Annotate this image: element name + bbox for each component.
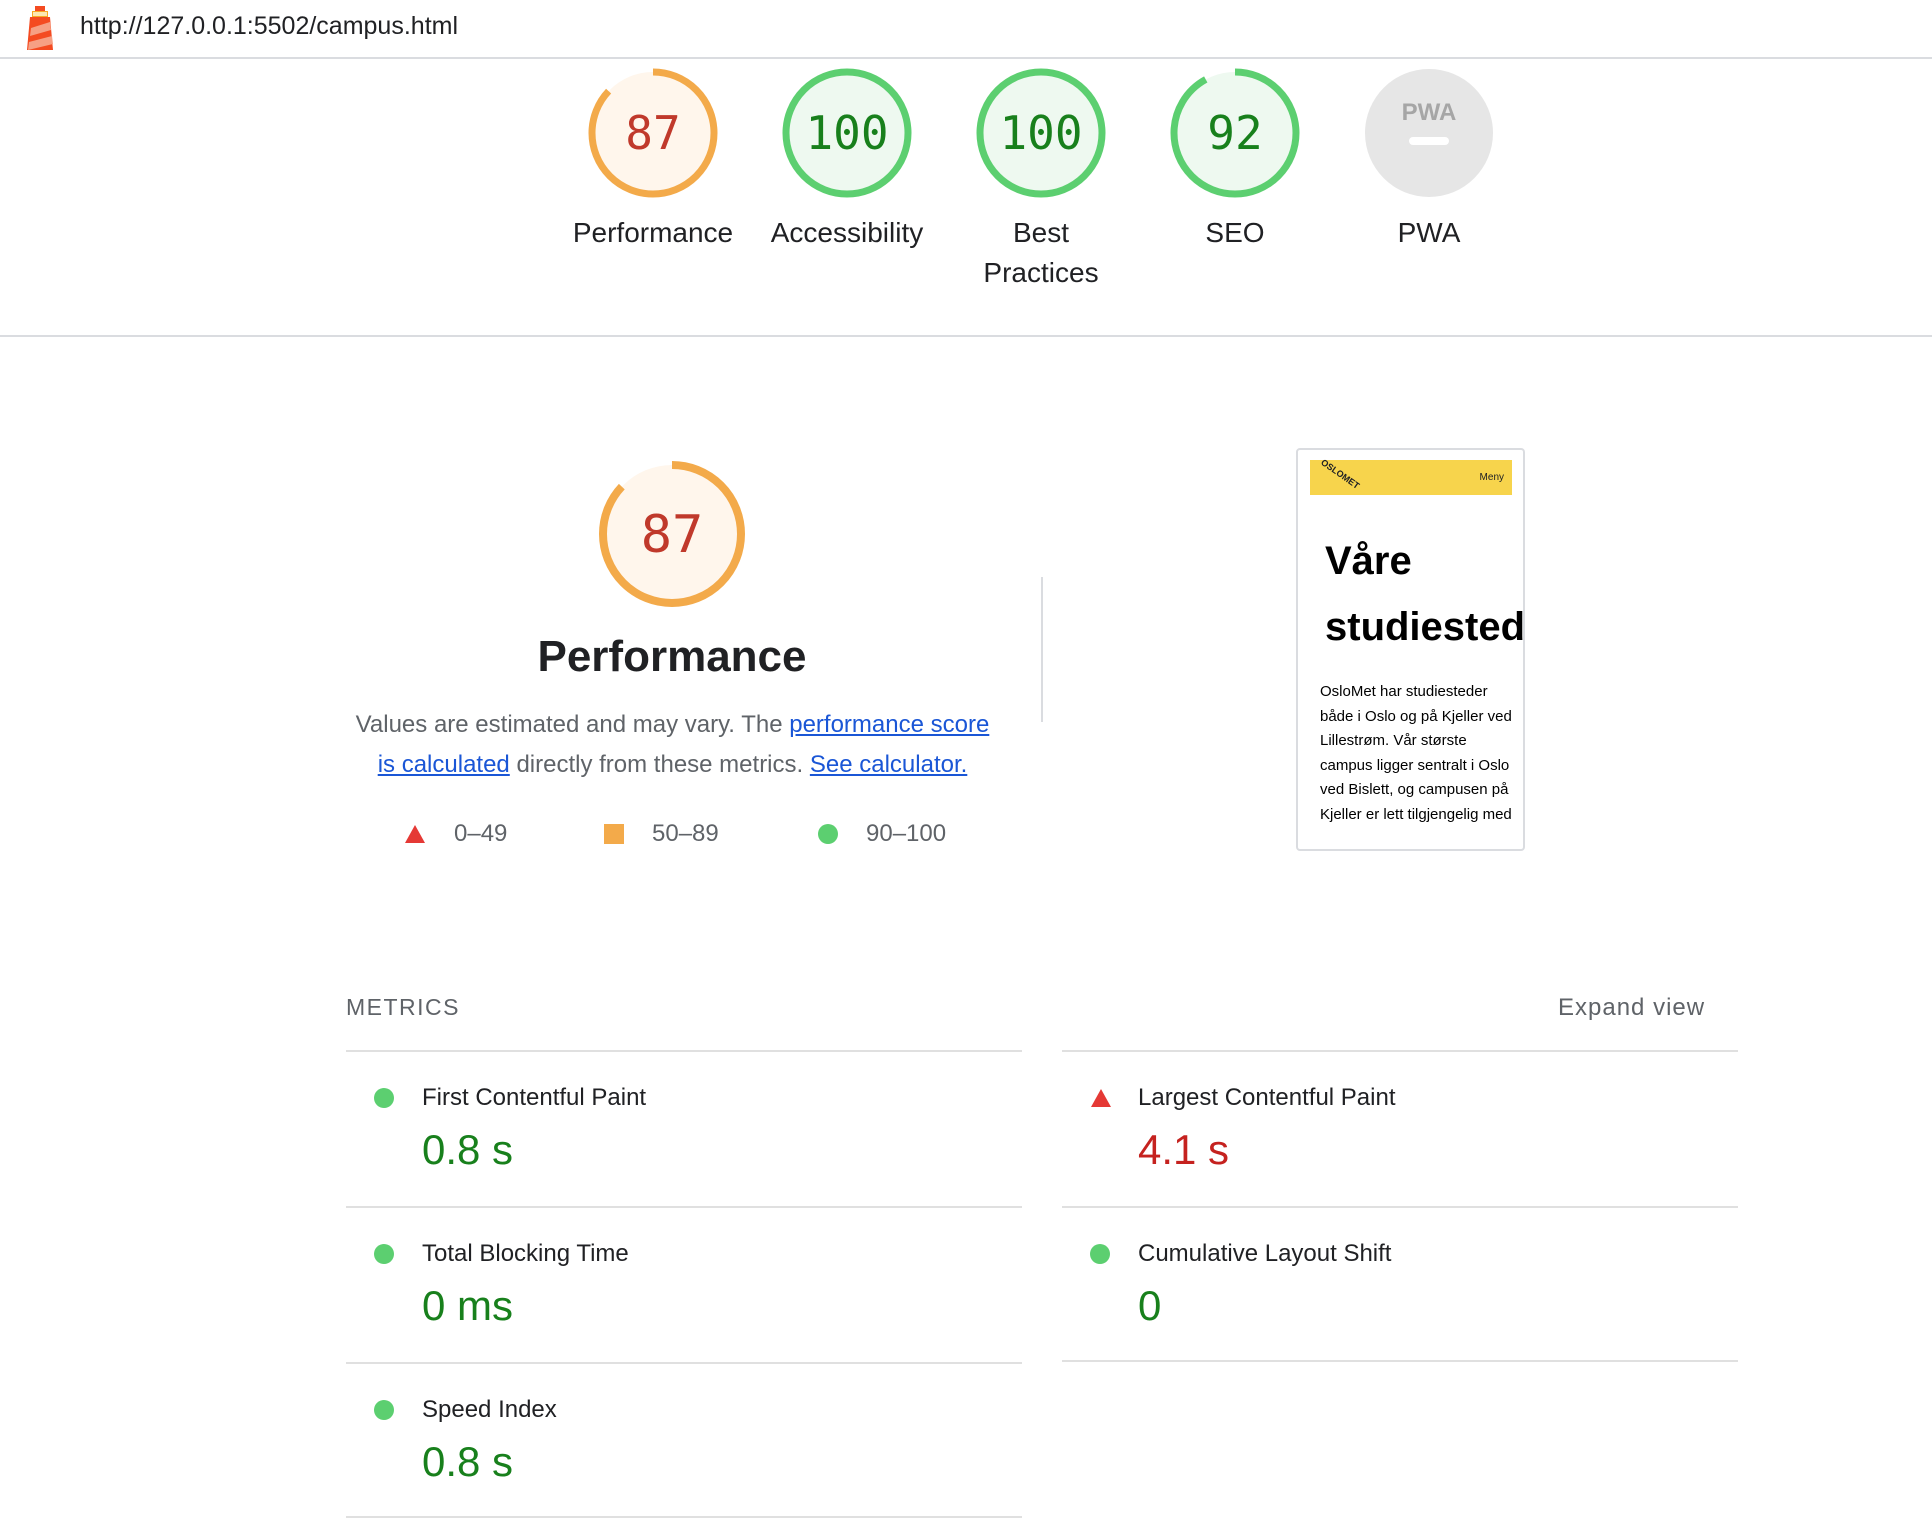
see-calculator-link[interactable]: See calculator.	[810, 751, 967, 778]
gauge-pwa-ring: PWA	[1365, 69, 1493, 197]
gauge-accessibility-label: Accessibility	[770, 217, 924, 248]
gauge-seo[interactable]: 92 SEO	[1138, 67, 1332, 253]
metric-value: 0 ms	[422, 1282, 514, 1329]
thumb-body-text: OsloMet har studiesteder både i Oslo og …	[1320, 683, 1512, 823]
pass-circle-icon	[374, 1400, 394, 1420]
legend-range: 90–100	[866, 820, 947, 847]
gauge-seo-label: SEO	[1205, 217, 1265, 248]
thumb-heading-line2: studiested	[1325, 605, 1525, 649]
gauge-pwa[interactable]: PWA PWA	[1332, 67, 1526, 253]
gauge-best-practices-ring: 100	[976, 68, 1106, 198]
gauge-accessibility-ring: 100	[782, 68, 912, 198]
circle-icon	[818, 824, 838, 844]
metric-label: Speed Index	[422, 1396, 557, 1423]
desc-text-2: directly from these metrics.	[509, 751, 810, 778]
gauge-performance[interactable]: 87 Performance	[556, 67, 750, 253]
score-gauges: 87 Performance 100 Accessibility 100 Bes…	[0, 59, 1932, 337]
triangle-icon	[405, 825, 425, 843]
gauge-accessibility-score: 100	[805, 106, 888, 160]
metric-speed-index: Speed Index 0.8 s	[346, 1362, 1022, 1518]
oslomet-logo: OSLOMET	[1319, 457, 1362, 491]
metric-total-blocking-time: Total Blocking Time 0 ms	[346, 1206, 1022, 1362]
thumb-menu: Meny	[1479, 472, 1504, 483]
final-screenshot[interactable]: OSLOMET Meny Våre studiested OsloMet har…	[1296, 448, 1525, 851]
pass-circle-icon	[374, 1244, 394, 1264]
metric-cumulative-layout-shift: Cumulative Layout Shift 0	[1062, 1206, 1738, 1362]
gauge-performance-ring: 87	[588, 68, 718, 198]
gauge-seo-ring: 92	[1170, 68, 1300, 198]
metrics-divider	[1062, 1360, 1738, 1362]
gauge-seo-score: 92	[1207, 106, 1262, 160]
gauge-performance-score: 87	[625, 106, 680, 160]
metric-largest-contentful-paint: Largest Contentful Paint 4.1 s	[1062, 1050, 1738, 1206]
metric-label: Total Blocking Time	[422, 1240, 629, 1267]
gauge-accessibility[interactable]: 100 Accessibility	[750, 67, 944, 253]
thumb-site-header: OSLOMET Meny	[1310, 457, 1512, 495]
metrics-title: METRICS	[346, 994, 460, 1020]
metric-value: 0	[1138, 1282, 1162, 1329]
legend-range: 0–49	[454, 820, 508, 847]
performance-score: 87	[641, 505, 704, 565]
gauge-best-practices-label: Best Practices	[983, 217, 1099, 288]
divider	[1041, 577, 1043, 722]
square-icon	[604, 824, 624, 844]
metric-label: First Contentful Paint	[422, 1084, 647, 1111]
legend-poor: 0–49	[404, 818, 507, 850]
pass-circle-icon	[374, 1088, 394, 1108]
metric-value: 0.8 s	[422, 1126, 514, 1173]
pwa-dash-icon	[1409, 137, 1449, 145]
pwa-badge-icon: PWA	[1402, 99, 1457, 126]
gauge-performance-label: Performance	[572, 217, 734, 248]
gauge-pwa-label: PWA	[1397, 217, 1461, 248]
performance-title: Performance	[537, 632, 807, 681]
metric-value: 4.1 s	[1138, 1126, 1230, 1173]
fail-triangle-icon	[1091, 1089, 1111, 1107]
performance-gauge: 87	[599, 461, 745, 607]
url-bar: http://127.0.0.1:5502/campus.html	[0, 0, 1932, 59]
thumb-heading-line1: Våre	[1325, 539, 1412, 583]
gauge-best-practices[interactable]: 100 Best Practices	[944, 67, 1138, 293]
performance-description: Values are estimated and may vary. The p…	[350, 705, 995, 785]
lighthouse-icon	[27, 6, 53, 50]
metric-label: Largest Contentful Paint	[1138, 1084, 1396, 1111]
gauge-best-practices-score: 100	[999, 106, 1082, 160]
expand-view-button[interactable]: Expand view	[1558, 994, 1705, 1022]
page-url[interactable]: http://127.0.0.1:5502/campus.html	[80, 12, 458, 41]
desc-text: Values are estimated and may vary. The	[355, 711, 790, 738]
legend-good: 90–100	[818, 818, 946, 850]
metric-first-contentful-paint: First Contentful Paint 0.8 s	[346, 1050, 1022, 1206]
legend-average: 50–89	[604, 818, 719, 850]
thumb-heading: Våre studiested	[1325, 528, 1525, 660]
metric-label: Cumulative Layout Shift	[1138, 1240, 1392, 1267]
metrics-divider	[346, 1516, 1022, 1518]
metric-value: 0.8 s	[422, 1438, 514, 1485]
legend-range: 50–89	[652, 820, 719, 847]
pass-circle-icon	[1090, 1244, 1110, 1264]
